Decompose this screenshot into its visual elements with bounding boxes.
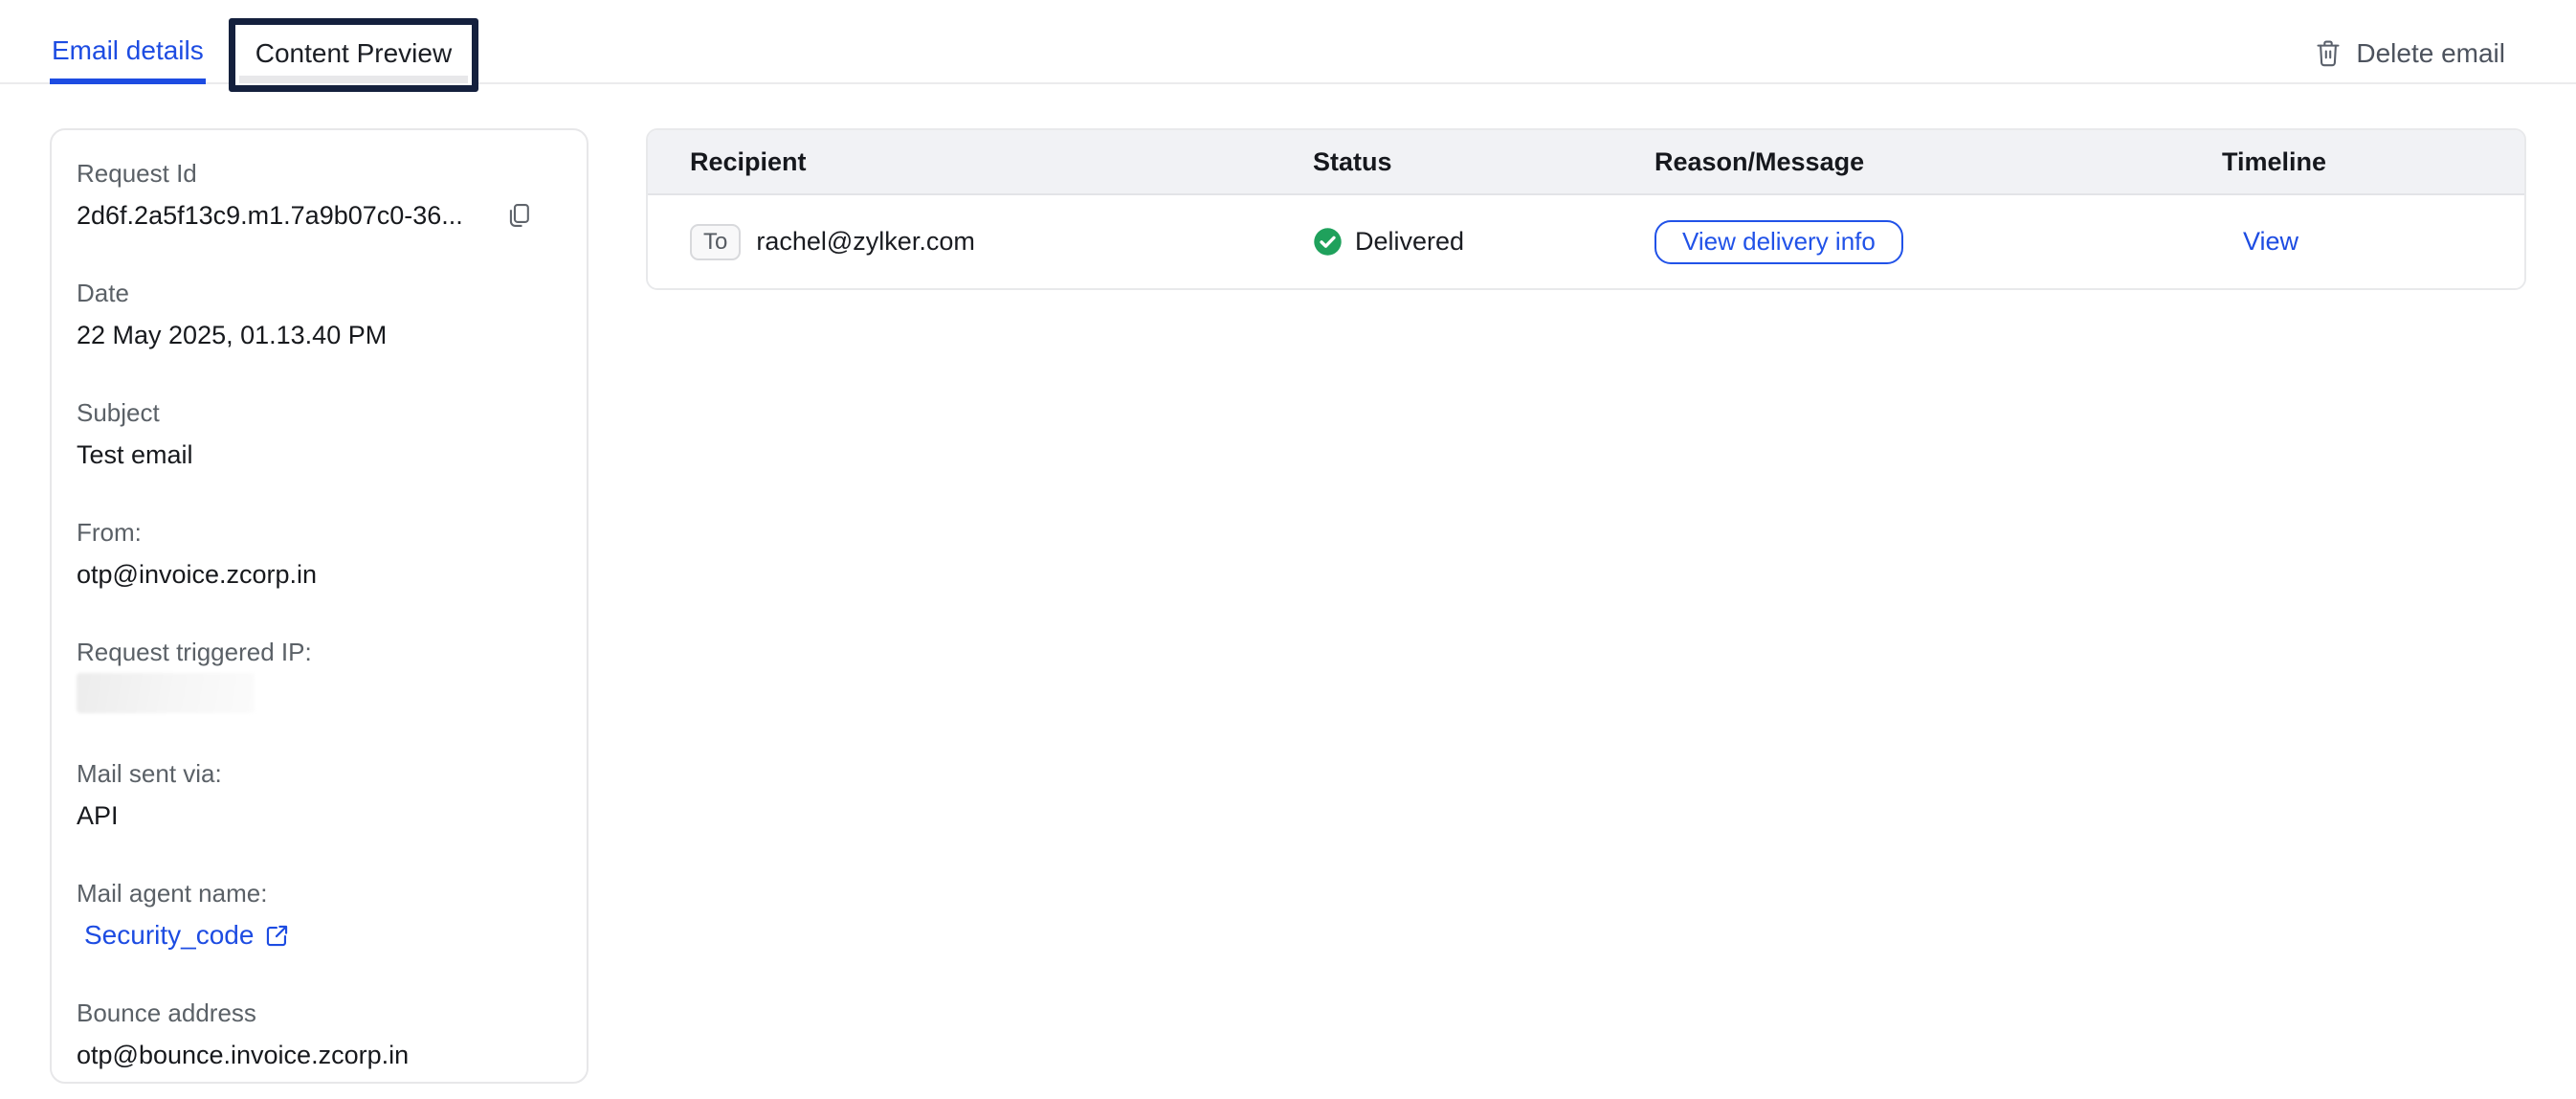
to-badge: To — [690, 224, 741, 260]
delete-email-label: Delete email — [2356, 38, 2505, 69]
tab-content-preview[interactable]: Content Preview — [235, 25, 472, 85]
delete-email-button[interactable]: Delete email — [2314, 38, 2505, 82]
mail-agent-link[interactable]: Security_code — [84, 918, 290, 953]
delivered-check-icon — [1313, 227, 1343, 257]
header-bar: Email details Content Preview Delete ema… — [0, 0, 2576, 84]
field-request-id: Request Id 2d6f.2a5f13c9.m1.7a9b07c0-36.… — [77, 157, 562, 233]
subject-value: Test email — [77, 437, 562, 472]
reason-cell: View delivery info — [1654, 220, 2222, 264]
timeline-cell: View — [2222, 227, 2524, 257]
external-link-icon — [264, 923, 290, 949]
table-header-row: Recipient Status Reason/Message Timeline — [648, 130, 2524, 195]
status-text: Delivered — [1355, 227, 1464, 257]
trash-icon — [2314, 38, 2343, 69]
field-from: From: otp@invoice.zcorp.in — [77, 516, 562, 592]
field-subject: Subject Test email — [77, 396, 562, 472]
tab-email-details-label: Email details — [52, 35, 204, 65]
mail-agent-label: Mail agent name: — [77, 877, 562, 909]
tab-content-preview-label: Content Preview — [255, 38, 452, 68]
from-value: otp@invoice.zcorp.in — [77, 557, 562, 592]
copy-icon — [505, 201, 532, 230]
tab-bar: Email details Content Preview — [50, 18, 478, 82]
column-header-reason: Reason/Message — [1654, 147, 2222, 177]
bounce-address-value: otp@bounce.invoice.zcorp.in — [77, 1038, 562, 1072]
mail-agent-name: Security_code — [84, 918, 254, 953]
request-ip-label: Request triggered IP: — [77, 636, 562, 668]
field-mail-sent-via: Mail sent via: API — [77, 757, 562, 833]
mail-sent-via-label: Mail sent via: — [77, 757, 562, 790]
tab-email-details[interactable]: Email details — [50, 34, 206, 82]
timeline-view-link[interactable]: View — [2222, 227, 2298, 257]
field-mail-agent: Mail agent name: Security_code — [77, 877, 562, 953]
view-delivery-info-button[interactable]: View delivery info — [1654, 220, 1903, 264]
email-details-page: Email details Content Preview Delete ema… — [0, 0, 2576, 1099]
recipients-table: Recipient Status Reason/Message Timeline… — [646, 128, 2526, 290]
request-id-value: 2d6f.2a5f13c9.m1.7a9b07c0-36... — [77, 198, 463, 233]
from-label: From: — [77, 516, 562, 549]
main-content: Request Id 2d6f.2a5f13c9.m1.7a9b07c0-36.… — [0, 84, 2576, 1084]
field-bounce-address: Bounce address otp@bounce.invoice.zcorp.… — [77, 997, 562, 1072]
column-header-status: Status — [1313, 147, 1654, 177]
recipient-cell: To rachel@zylker.com — [648, 224, 1313, 260]
tab-focus-ring: Content Preview — [229, 18, 478, 92]
recipient-email: rachel@zylker.com — [756, 227, 974, 257]
status-cell: Delivered — [1313, 227, 1654, 257]
column-header-recipient: Recipient — [648, 147, 1313, 177]
table-row: To rachel@zylker.com Delivered View deli… — [648, 195, 2524, 288]
bounce-address-label: Bounce address — [77, 997, 562, 1029]
date-label: Date — [77, 277, 562, 309]
date-value: 22 May 2025, 01.13.40 PM — [77, 318, 562, 352]
field-date: Date 22 May 2025, 01.13.40 PM — [77, 277, 562, 352]
column-header-timeline: Timeline — [2222, 147, 2524, 177]
mail-sent-via-value: API — [77, 798, 562, 833]
request-id-label: Request Id — [77, 157, 562, 190]
field-request-ip: Request triggered IP: — [77, 636, 562, 713]
redacted-ip-value — [77, 673, 255, 713]
email-details-card: Request Id 2d6f.2a5f13c9.m1.7a9b07c0-36.… — [50, 128, 588, 1084]
copy-request-id-button[interactable] — [505, 201, 532, 230]
subject-label: Subject — [77, 396, 562, 429]
